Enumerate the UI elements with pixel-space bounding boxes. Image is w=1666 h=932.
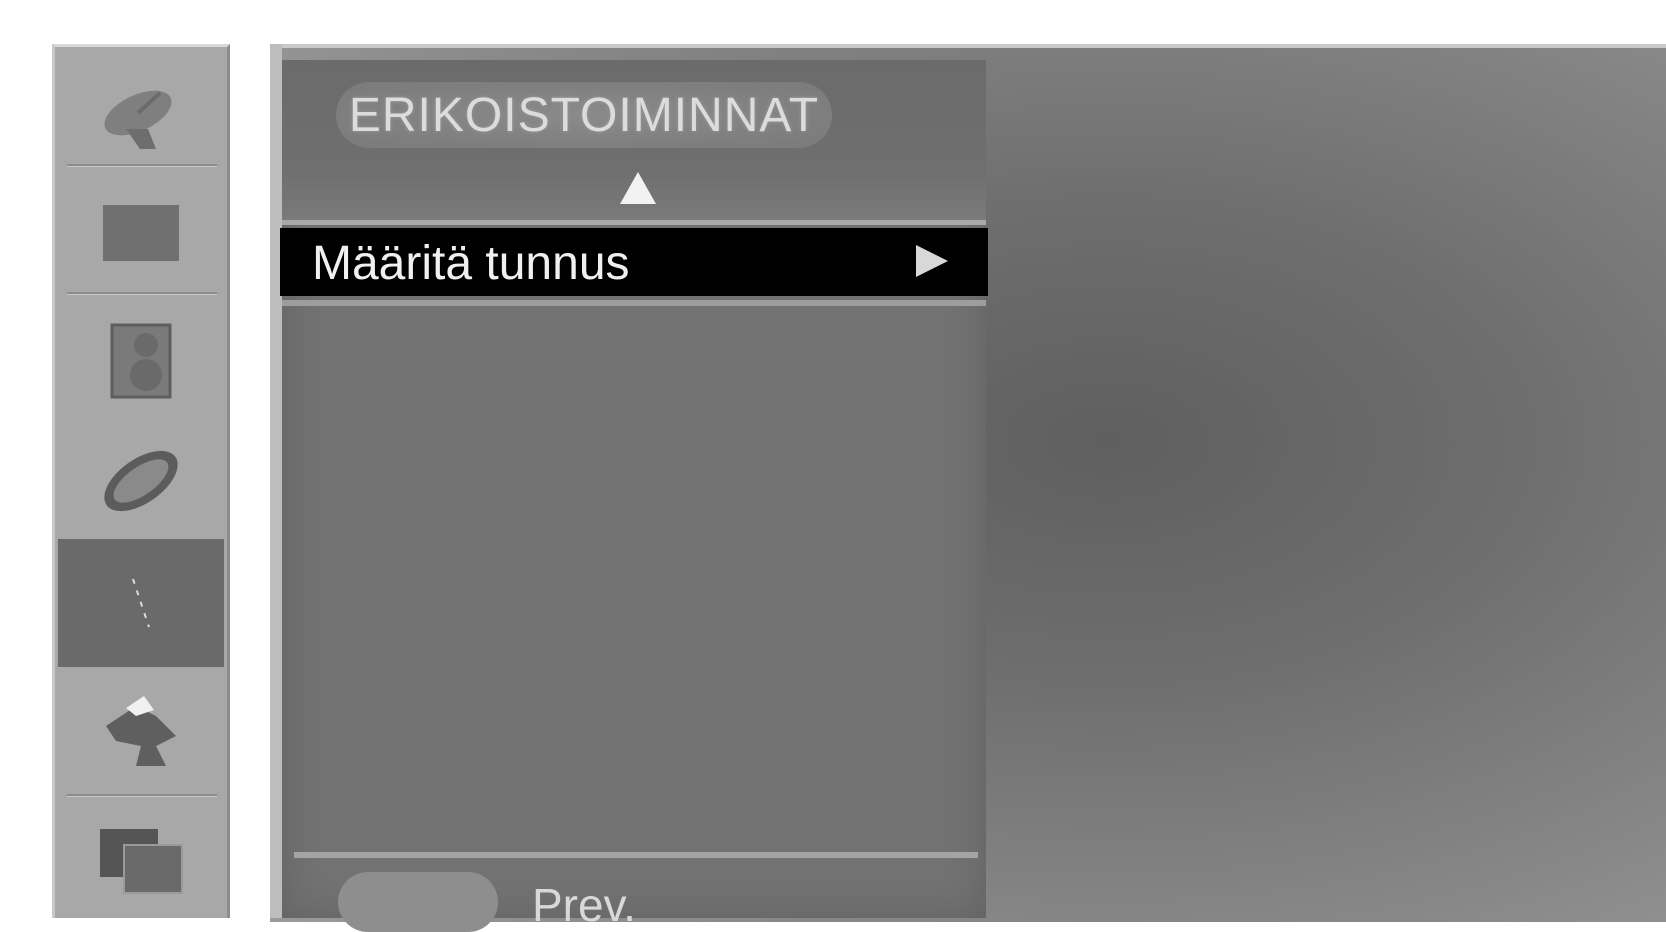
special-menu-panel: ERIKOISTOIMINNAT Määritä tunnus Prev.	[280, 60, 988, 932]
satellite-dish-icon	[104, 90, 172, 149]
rail-divider	[67, 794, 217, 797]
rail-item-special[interactable]	[58, 539, 224, 667]
scroll-up-arrow-icon[interactable]	[620, 172, 656, 204]
menu-item-label: Määritä tunnus	[312, 237, 630, 290]
row-divider	[282, 300, 986, 306]
rail-item-screen[interactable]	[58, 799, 224, 927]
lens-icon	[104, 450, 178, 512]
menu-title-pill: ERIKOISTOIMINNAT	[336, 82, 832, 148]
settings-icon	[106, 696, 176, 766]
menu-icon-rail	[52, 44, 230, 918]
rail-item-picture[interactable]	[58, 169, 224, 297]
menu-title: ERIKOISTOIMINNAT	[348, 88, 820, 142]
rail-item-setup[interactable]	[58, 667, 224, 795]
screen-icon	[100, 829, 183, 894]
prev-button-key[interactable]	[338, 872, 498, 932]
rail-item-time[interactable]	[58, 417, 224, 545]
special-icon	[132, 578, 150, 628]
rail-divider	[67, 292, 217, 295]
rail-item-sound[interactable]	[58, 297, 224, 425]
menu-header: ERIKOISTOIMINNAT	[282, 60, 986, 220]
picture-icon	[103, 205, 179, 261]
menu-item-set-id[interactable]: Määritä tunnus	[280, 228, 988, 296]
speaker-icon	[110, 323, 172, 399]
header-divider	[282, 220, 986, 225]
menu-frame-edge	[270, 44, 282, 918]
prev-label: Prev.	[532, 879, 636, 931]
rail-divider	[67, 164, 217, 167]
chevron-right-icon	[916, 245, 948, 277]
footer-divider	[294, 852, 978, 858]
